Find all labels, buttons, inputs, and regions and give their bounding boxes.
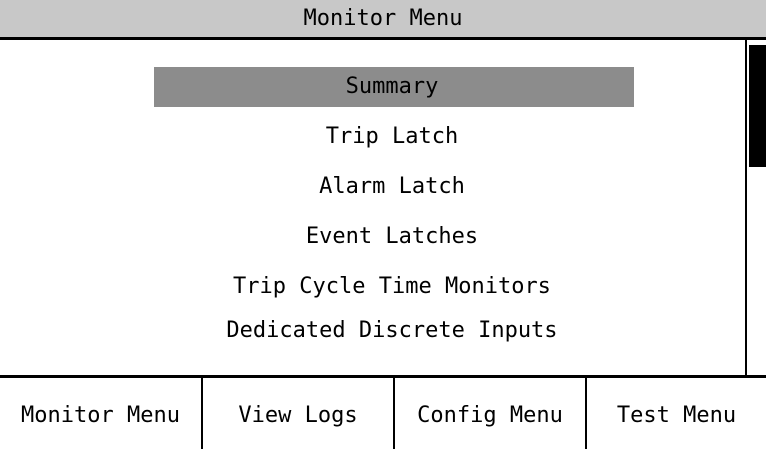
menu-item-summary[interactable]: Summary bbox=[0, 67, 766, 107]
menu-item-alarm-latch[interactable]: Alarm Latch bbox=[0, 167, 766, 207]
menu-item-dedicated-discrete-inputs[interactable]: Dedicated Discrete Inputs bbox=[0, 311, 766, 351]
menu-panel: Summary Trip Latch Alarm Latch Event Lat… bbox=[0, 40, 747, 375]
menu-item-trip-cycle-time-monitors[interactable]: Trip Cycle Time Monitors bbox=[0, 267, 766, 307]
softkey-bar: Monitor Menu View Logs Config Menu Test … bbox=[0, 375, 766, 449]
menu-item-event-latches[interactable]: Event Latches bbox=[0, 217, 766, 257]
page-title: Monitor Menu bbox=[0, 0, 766, 40]
softkey-monitor-menu[interactable]: Monitor Menu bbox=[0, 378, 203, 449]
softkey-test-menu[interactable]: Test Menu bbox=[587, 378, 766, 449]
hmi-screen: Monitor Menu Summary Trip Latch Alarm La… bbox=[0, 0, 766, 449]
softkey-view-logs[interactable]: View Logs bbox=[203, 378, 395, 449]
scrollbar-track[interactable] bbox=[745, 40, 747, 375]
scrollbar-thumb[interactable] bbox=[749, 45, 766, 167]
menu-item-trip-latch[interactable]: Trip Latch bbox=[0, 117, 766, 157]
menu-list: Summary Trip Latch Alarm Latch Event Lat… bbox=[0, 40, 747, 375]
softkey-config-menu[interactable]: Config Menu bbox=[395, 378, 587, 449]
